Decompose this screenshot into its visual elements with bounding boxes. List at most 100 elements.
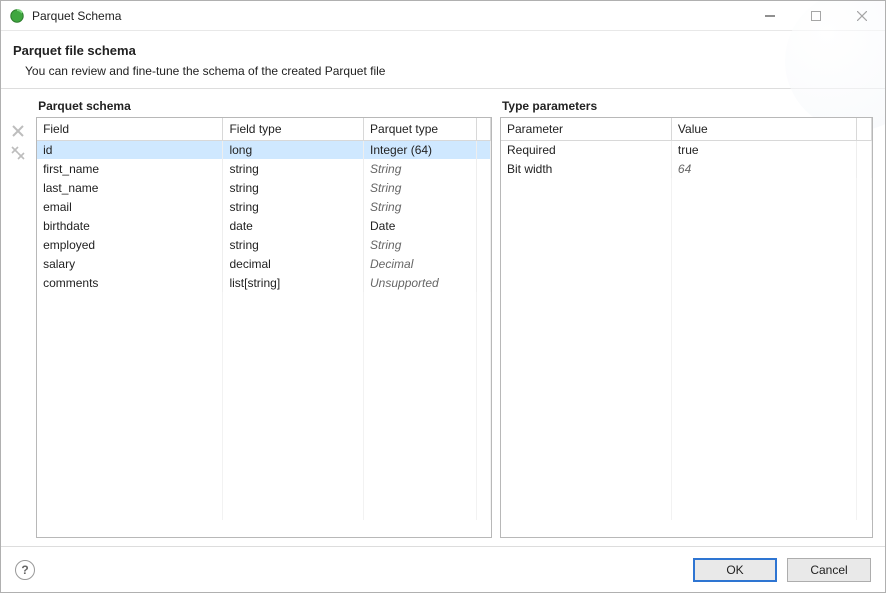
table-cell[interactable]: birthdate bbox=[37, 216, 223, 235]
table-cell[interactable]: Required bbox=[501, 140, 671, 159]
table-row[interactable]: salarydecimalDecimal bbox=[37, 254, 490, 273]
table-cell-spacer bbox=[477, 273, 491, 292]
table-cell-empty bbox=[364, 406, 477, 425]
table-cell[interactable]: decimal bbox=[223, 254, 364, 273]
table-cell[interactable]: long bbox=[223, 140, 364, 159]
table-cell-empty bbox=[671, 235, 856, 254]
table-row-empty bbox=[501, 330, 872, 349]
table-cell[interactable]: 64 bbox=[671, 159, 856, 178]
params-panel: Type parameters Parameter Value Required… bbox=[500, 99, 873, 538]
table-cell-empty bbox=[671, 197, 856, 216]
table-cell-empty bbox=[501, 444, 671, 463]
table-cell[interactable]: id bbox=[37, 140, 223, 159]
table-cell[interactable]: date bbox=[223, 216, 364, 235]
table-cell[interactable]: first_name bbox=[37, 159, 223, 178]
table-cell[interactable]: String bbox=[364, 235, 477, 254]
table-cell-empty bbox=[671, 406, 856, 425]
table-row-empty bbox=[501, 178, 872, 197]
table-cell[interactable]: list[string] bbox=[223, 273, 364, 292]
table-cell[interactable]: true bbox=[671, 140, 856, 159]
table-cell[interactable]: Bit width bbox=[501, 159, 671, 178]
dialog-window: Parquet Schema Parquet file schema You c… bbox=[0, 0, 886, 593]
table-row-empty bbox=[501, 387, 872, 406]
table-row[interactable]: first_namestringString bbox=[37, 159, 490, 178]
table-cell[interactable]: string bbox=[223, 235, 364, 254]
table-cell-empty bbox=[501, 178, 671, 197]
table-row[interactable]: birthdatedateDate bbox=[37, 216, 490, 235]
table-cell-empty bbox=[364, 501, 477, 520]
table-row[interactable]: last_namestringString bbox=[37, 178, 490, 197]
params-grid[interactable]: Parameter Value RequiredtrueBit width64 bbox=[500, 117, 873, 538]
table-cell-empty bbox=[223, 311, 364, 330]
table-cell-empty bbox=[477, 292, 491, 311]
table-row[interactable]: emailstringString bbox=[37, 197, 490, 216]
table-cell-empty bbox=[37, 368, 223, 387]
table-cell-empty bbox=[477, 425, 491, 444]
table-cell[interactable]: Integer (64) bbox=[364, 140, 477, 159]
table-row[interactable]: Bit width64 bbox=[501, 159, 872, 178]
ok-button[interactable]: OK bbox=[693, 558, 777, 582]
table-cell-empty bbox=[857, 254, 872, 273]
table-cell[interactable]: Decimal bbox=[364, 254, 477, 273]
delete-row-icon[interactable] bbox=[10, 123, 26, 139]
schema-panel: Parquet schema Field Field type Parquet … bbox=[36, 99, 492, 538]
table-cell-spacer bbox=[477, 159, 491, 178]
cancel-button[interactable]: Cancel bbox=[787, 558, 871, 582]
table-cell[interactable]: comments bbox=[37, 273, 223, 292]
table-cell-empty bbox=[37, 330, 223, 349]
table-cell-empty bbox=[671, 482, 856, 501]
table-cell-empty bbox=[223, 349, 364, 368]
table-row-empty bbox=[37, 482, 490, 501]
table-row[interactable]: commentslist[string]Unsupported bbox=[37, 273, 490, 292]
table-cell-empty bbox=[364, 349, 477, 368]
table-cell[interactable]: string bbox=[223, 178, 364, 197]
table-cell-empty bbox=[223, 330, 364, 349]
app-icon bbox=[9, 8, 25, 24]
table-row-empty bbox=[37, 292, 490, 311]
minimize-button[interactable] bbox=[747, 1, 793, 30]
schema-grid[interactable]: Field Field type Parquet type idlongInte… bbox=[36, 117, 492, 538]
table-cell-empty bbox=[501, 216, 671, 235]
col-field[interactable]: Field bbox=[37, 118, 223, 140]
col-parameter[interactable]: Parameter bbox=[501, 118, 671, 140]
schema-header-row: Field Field type Parquet type bbox=[37, 118, 490, 140]
table-row[interactable]: Requiredtrue bbox=[501, 140, 872, 159]
table-row-empty bbox=[501, 368, 872, 387]
table-cell[interactable]: String bbox=[364, 197, 477, 216]
table-cell[interactable]: String bbox=[364, 178, 477, 197]
table-cell-empty bbox=[501, 368, 671, 387]
table-cell-empty bbox=[501, 463, 671, 482]
table-row[interactable]: idlongInteger (64) bbox=[37, 140, 490, 159]
table-cell[interactable]: salary bbox=[37, 254, 223, 273]
table-cell-spacer bbox=[477, 254, 491, 273]
table-cell[interactable]: Unsupported bbox=[364, 273, 477, 292]
table-row[interactable]: employedstringString bbox=[37, 235, 490, 254]
table-cell[interactable]: last_name bbox=[37, 178, 223, 197]
col-parquet-type[interactable]: Parquet type bbox=[364, 118, 477, 140]
table-row-empty bbox=[501, 216, 872, 235]
col-field-type[interactable]: Field type bbox=[223, 118, 364, 140]
content-area: Parquet schema Field Field type Parquet … bbox=[1, 89, 885, 546]
table-cell[interactable]: string bbox=[223, 159, 364, 178]
table-cell[interactable]: String bbox=[364, 159, 477, 178]
table-row-empty bbox=[501, 349, 872, 368]
table-cell-empty bbox=[223, 406, 364, 425]
help-icon[interactable]: ? bbox=[15, 560, 35, 580]
table-cell[interactable]: string bbox=[223, 197, 364, 216]
col-value[interactable]: Value bbox=[671, 118, 856, 140]
table-cell-empty bbox=[223, 501, 364, 520]
table-row-empty bbox=[37, 387, 490, 406]
delete-all-rows-icon[interactable] bbox=[10, 145, 26, 161]
table-cell-empty bbox=[671, 368, 856, 387]
table-cell-spacer bbox=[477, 216, 491, 235]
table-cell[interactable]: email bbox=[37, 197, 223, 216]
table-row-empty bbox=[501, 292, 872, 311]
table-cell-empty bbox=[501, 235, 671, 254]
table-cell-empty bbox=[364, 482, 477, 501]
table-cell[interactable]: employed bbox=[37, 235, 223, 254]
table-cell-empty bbox=[477, 330, 491, 349]
table-cell-empty bbox=[477, 444, 491, 463]
table-cell-empty bbox=[223, 444, 364, 463]
table-cell[interactable]: Date bbox=[364, 216, 477, 235]
side-toolbar bbox=[7, 99, 28, 538]
